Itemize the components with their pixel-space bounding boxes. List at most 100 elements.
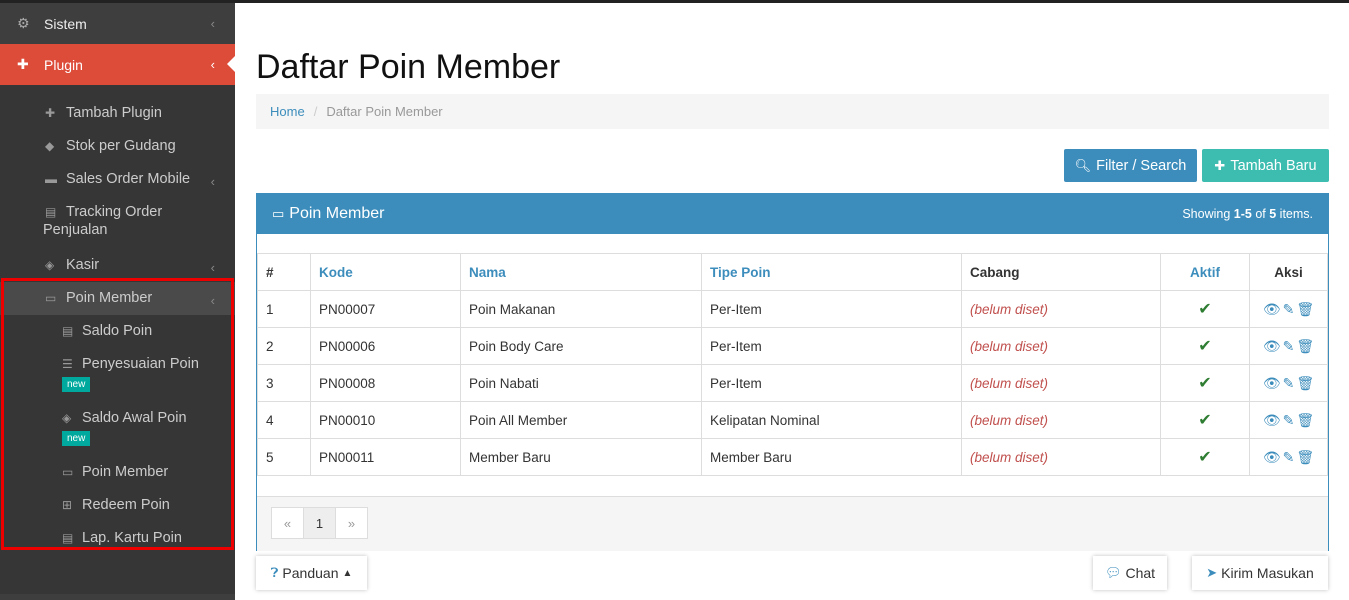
panel-title: ▭ Poin Member — [272, 205, 384, 223]
gift-icon: ⊞ — [62, 498, 73, 512]
sidebar-item-label: Redeem Poin — [82, 497, 170, 513]
sidebar-item-label: ▤ Tracking Order Penjualan — [43, 203, 183, 239]
sidebar-item-redeem-poin[interactable]: ⊞ Redeem Poin — [0, 489, 235, 522]
sidebar-item-plugin[interactable]: ✚ Plugin ‹ — [0, 44, 236, 85]
col-tipe-poin[interactable]: Tipe Poin — [701, 253, 962, 291]
trash-icon[interactable]: 🗑︎ — [1296, 338, 1314, 354]
chevron-left-icon: ‹ — [210, 174, 215, 189]
check-icon: ✔ — [1198, 449, 1212, 466]
add-new-button[interactable]: ✚ Tambah Baru — [1202, 149, 1329, 182]
cell-aktif: ✔ — [1160, 290, 1250, 328]
edit-icon[interactable]: ✎ — [1283, 301, 1295, 317]
pagination-prev[interactable]: « — [271, 507, 304, 539]
sidebar-item-lap-kartu-poin[interactable]: ▤ Lap. Kartu Poin — [0, 522, 235, 555]
truck-icon: ▬ — [45, 172, 57, 186]
kirim-masukan-button[interactable]: ➤ Kirim Masukan — [1192, 556, 1328, 590]
cell-nama: Poin Makanan — [460, 290, 702, 328]
cell-tipe: Per-Item — [701, 364, 962, 402]
panel-header: ▭ Poin Member Showing 1-5 of 5 items. — [257, 194, 1328, 234]
cell-actions: 👁︎ ✎ 🗑︎ — [1249, 438, 1328, 476]
chat-icon: 💬︎ — [1104, 565, 1122, 580]
pagination-next[interactable]: » — [335, 507, 368, 539]
sidebar-item-poin-member[interactable]: ▭ Poin Member ‹ — [0, 282, 235, 315]
page-title: Daftar Poin Member — [256, 48, 561, 86]
filter-search-button[interactable]: 🔍︎ Filter / Search — [1064, 149, 1197, 182]
breadcrumb-home-link[interactable]: Home — [270, 104, 305, 119]
summary-prefix: Showing — [1182, 207, 1234, 221]
trash-icon[interactable]: 🗑︎ — [1296, 412, 1314, 428]
col-kode[interactable]: Kode — [310, 253, 461, 291]
view-icon[interactable]: 👁︎ — [1263, 375, 1281, 391]
cell-no: 1 — [257, 290, 311, 328]
book-icon: ▤ — [62, 531, 74, 545]
sidebar-item-saldo-poin[interactable]: ▤ Saldo Poin — [0, 315, 235, 348]
chevron-left-icon: ‹ — [210, 260, 215, 275]
sidebar-item-label: Penyesuaian Poin — [82, 356, 199, 372]
view-icon[interactable]: 👁︎ — [1263, 301, 1281, 317]
cell-no: 4 — [257, 401, 311, 439]
cell-cabang: (belum diset) — [961, 364, 1161, 402]
view-icon[interactable]: 👁︎ — [1263, 338, 1281, 354]
tag-icon: ◈ — [62, 411, 72, 425]
edit-icon[interactable]: ✎ — [1283, 338, 1295, 354]
cell-cabang: (belum diset) — [961, 290, 1161, 328]
trash-icon[interactable]: 🗑︎ — [1296, 301, 1314, 317]
cell-nama: Member Baru — [460, 438, 702, 476]
sidebar-item-penyesuaian-poin[interactable]: ☰ Penyesuaian Poin new — [0, 348, 235, 402]
cell-kode: PN00006 — [310, 327, 461, 365]
credit-card-icon: ▭ — [45, 291, 57, 305]
sidebar-item-tambah-plugin[interactable]: ✚ Tambah Plugin — [0, 97, 235, 130]
view-icon[interactable]: 👁︎ — [1263, 412, 1281, 428]
edit-icon[interactable]: ✎ — [1283, 412, 1295, 428]
panduan-button[interactable]: ❓︎ Panduan ▲ — [256, 556, 367, 590]
cell-actions: 👁︎ ✎ 🗑︎ — [1249, 327, 1328, 365]
sidebar-item-label: Poin Member — [82, 464, 169, 480]
cell-no: 3 — [257, 364, 311, 402]
button-label: Tambah Baru — [1230, 157, 1317, 174]
plugin-submenu: ✚ Tambah Plugin ◆ Stok per Gudang ▬ Sale… — [0, 85, 235, 594]
edit-icon[interactable]: ✎ — [1283, 449, 1295, 465]
chat-button[interactable]: 💬︎ Chat — [1093, 556, 1167, 590]
table-row: 4 PN00010 Poin All Member Kelipatan Nomi… — [257, 401, 1328, 439]
col-nama[interactable]: Nama — [460, 253, 702, 291]
cell-tipe: Member Baru — [701, 438, 962, 476]
sidebar-item-sales-order-mobile[interactable]: ▬ Sales Order Mobile ‹ — [0, 163, 235, 196]
check-icon: ✔ — [1198, 375, 1212, 392]
chevron-left-icon: ‹ — [210, 293, 215, 308]
trash-icon[interactable]: 🗑︎ — [1296, 375, 1314, 391]
sidebar-item-label: Stok per Gudang — [66, 138, 176, 154]
sidebar-item-saldo-awal-poin[interactable]: ◈ Saldo Awal Poin new — [0, 402, 235, 456]
plus-icon: ✚ — [45, 106, 56, 120]
cell-tipe: Kelipatan Nominal — [701, 401, 962, 439]
edit-icon[interactable]: ✎ — [1283, 375, 1295, 391]
cell-kode: PN00008 — [310, 364, 461, 402]
button-label: Panduan — [282, 565, 339, 581]
check-icon: ✔ — [1198, 412, 1212, 429]
view-icon[interactable]: 👁︎ — [1263, 449, 1281, 465]
sidebar-item-sistem[interactable]: ⚙ Sistem ‹ — [0, 3, 235, 44]
pagination-page[interactable]: 1 — [303, 507, 336, 539]
cell-cabang: (belum diset) — [961, 401, 1161, 439]
trash-icon[interactable]: 🗑︎ — [1296, 449, 1314, 465]
sidebar-item-poin-member-list[interactable]: ▭ Poin Member — [0, 456, 235, 489]
book-icon: ▤ — [62, 324, 74, 338]
chevron-left-icon: ‹ — [210, 57, 215, 72]
col-no: # — [257, 253, 311, 291]
table-row: 5 PN00011 Member Baru Member Baru (belum… — [257, 438, 1328, 476]
paper-plane-icon: ➤ — [1206, 565, 1218, 580]
search-icon: 🔍︎ — [1074, 157, 1092, 173]
col-aktif[interactable]: Aktif — [1160, 253, 1250, 291]
gears-icon: ⚙ — [17, 15, 30, 31]
credit-card-icon: ▭ — [272, 206, 285, 221]
breadcrumb-separator: / — [313, 104, 318, 119]
sidebar-item-tracking-order[interactable]: ▤ Tracking Order Penjualan — [0, 196, 235, 249]
sidebar-item-stok-per-gudang[interactable]: ◆ Stok per Gudang — [0, 130, 235, 163]
credit-card-icon: ▭ — [62, 465, 74, 479]
puzzle-icon: ✚ — [17, 56, 29, 72]
sidebar-item-kasir[interactable]: ◈ Kasir ‹ — [0, 249, 235, 282]
sidebar-item-text: Tracking Order Penjualan — [43, 204, 163, 238]
cell-cabang: (belum diset) — [961, 438, 1161, 476]
button-label: Filter / Search — [1096, 157, 1187, 174]
sidebar: ⚙ Sistem ‹ ✚ Plugin ‹ ✚ Tambah Plugin ◆ … — [0, 3, 236, 600]
sidebar-item-label: Plugin — [44, 56, 83, 73]
